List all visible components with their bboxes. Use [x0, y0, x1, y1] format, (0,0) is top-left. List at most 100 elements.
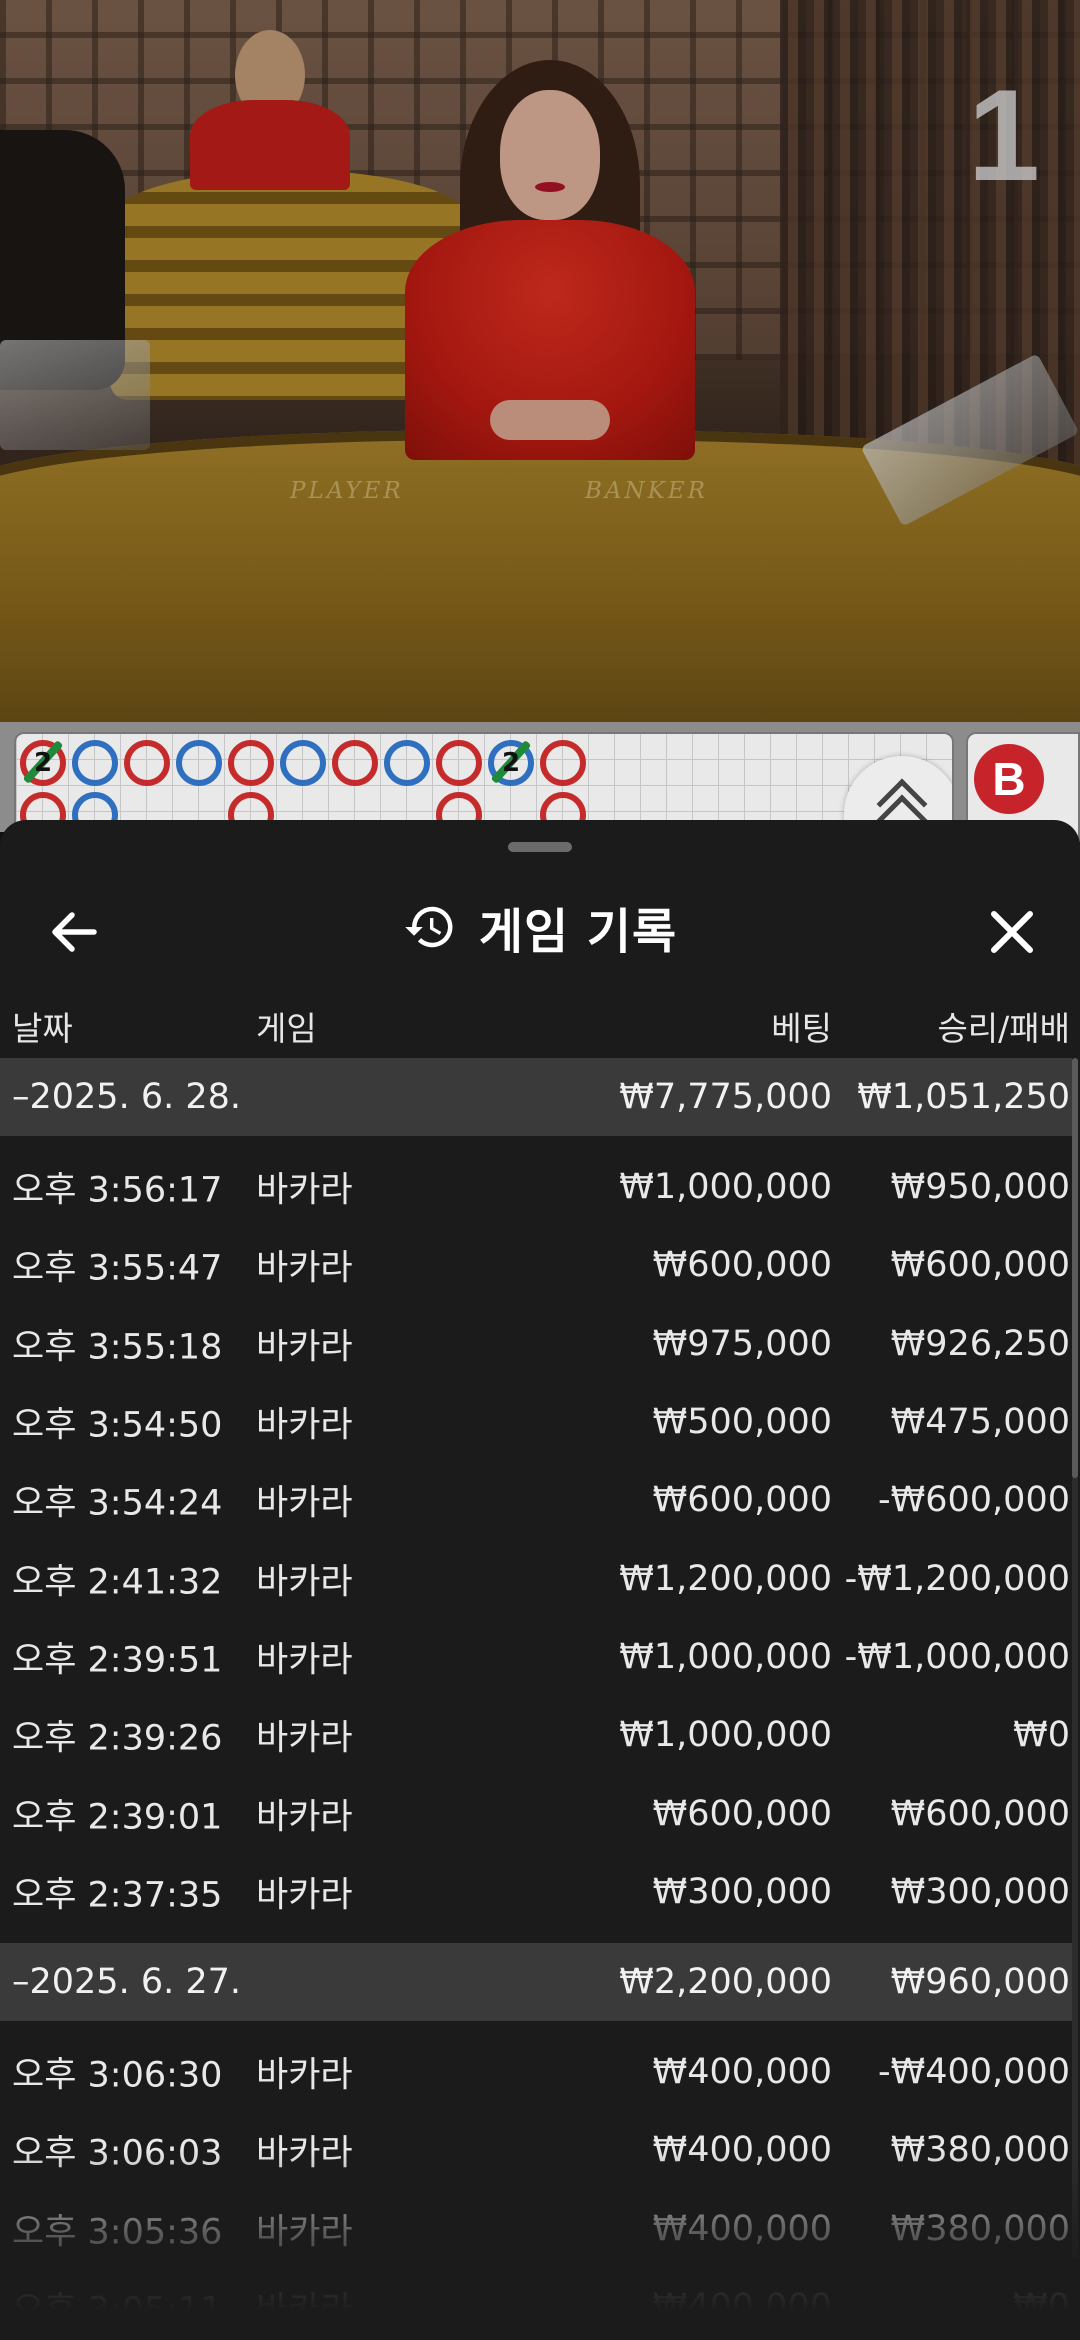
- history-icon: [405, 906, 453, 948]
- row-game: 바카라: [256, 1562, 353, 1603]
- row-time: 오후 3:06:03: [12, 2133, 223, 2174]
- table-row[interactable]: 오후 2:39:51 바카라 ₩1,000,000 -₩1,000,000: [0, 1618, 1072, 1696]
- row-bet: ₩975,000: [652, 1323, 832, 1364]
- group-bet-total: ₩7,775,000: [619, 1077, 832, 1117]
- road-mark-banker: [228, 740, 274, 786]
- row-result: -₩400,000: [878, 2052, 1070, 2093]
- list-scrollbar[interactable]: [1072, 1058, 1078, 2258]
- row-result: ₩600,000: [890, 1793, 1070, 1834]
- row-game: 바카라: [256, 2290, 353, 2331]
- row-time: 오후 3:54:24: [12, 1483, 223, 1524]
- row-game: 바카라: [256, 1718, 353, 1759]
- road-mark-banker: [332, 740, 378, 786]
- live-video[interactable]: PLAYER BANKER 1: [0, 0, 1080, 722]
- group-result-total: ₩1,051,250: [857, 1077, 1070, 1117]
- row-bet: ₩1,200,000: [619, 1558, 832, 1599]
- road-mark-banker: [436, 740, 482, 786]
- row-game: 바카라: [256, 1405, 353, 1446]
- table-row[interactable]: 오후 3:54:50 바카라 ₩500,000 ₩475,000: [0, 1383, 1072, 1461]
- row-game: 바카라: [256, 1170, 353, 1211]
- table-row[interactable]: 오후 2:39:01 바카라 ₩600,000 ₩600,000: [0, 1774, 1072, 1852]
- row-time: 오후 3:05:36: [12, 2212, 223, 2253]
- row-time: 오후 3:55:18: [12, 1327, 223, 1368]
- road-mark-banker: [124, 740, 170, 786]
- column-header-date: 날짜: [12, 1009, 73, 1048]
- table-row[interactable]: 오후 3:06:30 바카라 ₩400,000 -₩400,000: [0, 2033, 1072, 2111]
- road-mark-player: [176, 740, 222, 786]
- row-time: 오후 3:05:11: [12, 2290, 223, 2331]
- row-result: -₩600,000: [878, 1480, 1070, 1521]
- row-game: 바카라: [256, 1327, 353, 1368]
- row-result: ₩380,000: [890, 2130, 1070, 2171]
- row-time: 오후 2:39:01: [12, 1797, 223, 1838]
- row-time: 오후 2:37:35: [12, 1875, 223, 1916]
- row-bet: ₩600,000: [652, 1793, 832, 1834]
- row-result: ₩0: [1013, 2287, 1070, 2327]
- table-row[interactable]: 오후 3:54:24 바카라 ₩600,000 -₩600,000: [0, 1461, 1072, 1539]
- row-result: ₩300,000: [890, 1871, 1070, 1912]
- row-result: ₩475,000: [890, 1402, 1070, 1443]
- table-row[interactable]: 오후 3:05:11 바카라 ₩400,000 ₩0: [0, 2268, 1072, 2340]
- row-bet: ₩300,000: [652, 1871, 832, 1912]
- row-time: 오후 3:56:17: [12, 1170, 223, 1211]
- group-result-total: ₩960,000: [890, 1961, 1070, 2002]
- row-time: 오후 2:39:26: [12, 1718, 223, 1759]
- row-time: 오후 2:39:51: [12, 1640, 223, 1681]
- row-game: 바카라: [256, 1875, 353, 1916]
- row-bet: ₩400,000: [652, 2287, 832, 2327]
- row-game: 바카라: [256, 1483, 353, 1524]
- table-row[interactable]: 오후 3:05:36 바카라 ₩400,000 ₩380,000: [0, 2190, 1072, 2268]
- arrow-left-icon: [52, 912, 97, 952]
- road-mark-player: [384, 740, 430, 786]
- row-game: 바카라: [256, 2133, 353, 2174]
- row-result: ₩600,000: [890, 1245, 1070, 1286]
- road-mark-player: [280, 740, 326, 786]
- group-bet-total: ₩2,200,000: [619, 1961, 832, 2002]
- row-result: ₩926,250: [890, 1323, 1070, 1364]
- row-time: 오후 2:41:32: [12, 1562, 223, 1603]
- road-mark-banker: [540, 740, 586, 786]
- table-row[interactable]: 오후 2:39:26 바카라 ₩1,000,000 ₩0: [0, 1696, 1072, 1774]
- scrollbar-thumb[interactable]: [1072, 1058, 1078, 1478]
- close-icon: [991, 911, 1033, 953]
- row-bet: ₩1,000,000: [619, 1715, 832, 1756]
- video-overlay: [0, 0, 1080, 722]
- row-game: 바카라: [256, 1640, 353, 1681]
- row-bet: ₩400,000: [652, 2208, 832, 2249]
- table-row[interactable]: 오후 2:41:32 바카라 ₩1,200,000 -₩1,200,000: [0, 1539, 1072, 1617]
- table-row[interactable]: 오후 3:55:18 바카라 ₩975,000 ₩926,250: [0, 1305, 1072, 1383]
- column-header-game: 게임: [256, 1009, 317, 1048]
- close-button[interactable]: [972, 892, 1052, 972]
- row-game: 바카라: [256, 2055, 353, 2096]
- row-bet: ₩600,000: [652, 1480, 832, 1521]
- table-row[interactable]: 오후 3:55:47 바카라 ₩600,000 ₩600,000: [0, 1226, 1072, 1304]
- date-group-header[interactable]: –2025. 6. 28. ₩7,775,000 ₩1,051,250: [0, 1058, 1072, 1136]
- group-date: –2025. 6. 28.: [12, 1077, 242, 1117]
- table-row[interactable]: 오후 3:06:03 바카라 ₩400,000 ₩380,000: [0, 2111, 1072, 2189]
- group-date: –2025. 6. 27.: [12, 1961, 242, 2002]
- table-row[interactable]: 오후 3:56:17 바카라 ₩1,000,000 ₩950,000: [0, 1148, 1072, 1226]
- sheet-drag-handle[interactable]: [508, 842, 572, 852]
- roadmap-area: 2 2 B: [0, 722, 1080, 842]
- sheet-title: 게임 기록: [478, 904, 678, 960]
- row-time: 오후 3:54:50: [12, 1405, 223, 1446]
- table-header: 날짜 게임 베팅 승리/패배: [0, 988, 1080, 1058]
- game-history-sheet: 게임 기록 날짜 게임 베팅 승리/패배 –2025. 6. 28. ₩7,77…: [0, 820, 1080, 2340]
- row-result: -₩1,200,000: [844, 1558, 1070, 1599]
- row-time: 오후 3:06:30: [12, 2055, 223, 2096]
- road-mark-player: [72, 740, 118, 786]
- row-result: -₩1,000,000: [844, 1636, 1070, 1677]
- column-header-result: 승리/패배: [937, 1009, 1070, 1048]
- row-time: 오후 3:55:47: [12, 1248, 223, 1289]
- row-bet: ₩500,000: [652, 1402, 832, 1443]
- row-result: ₩0: [1013, 1715, 1070, 1756]
- column-header-bet: 베팅: [771, 1009, 832, 1048]
- row-bet: ₩1,000,000: [619, 1167, 832, 1208]
- table-row[interactable]: 오후 2:37:35 바카라 ₩300,000 ₩300,000: [0, 1853, 1072, 1931]
- road-mark-count: 2: [501, 748, 521, 778]
- row-bet: ₩400,000: [652, 2130, 832, 2171]
- date-group-header[interactable]: –2025. 6. 27. ₩2,200,000 ₩960,000: [0, 1942, 1072, 2021]
- back-button[interactable]: [36, 892, 116, 972]
- row-result: ₩380,000: [890, 2208, 1070, 2249]
- row-game: 바카라: [256, 2212, 353, 2253]
